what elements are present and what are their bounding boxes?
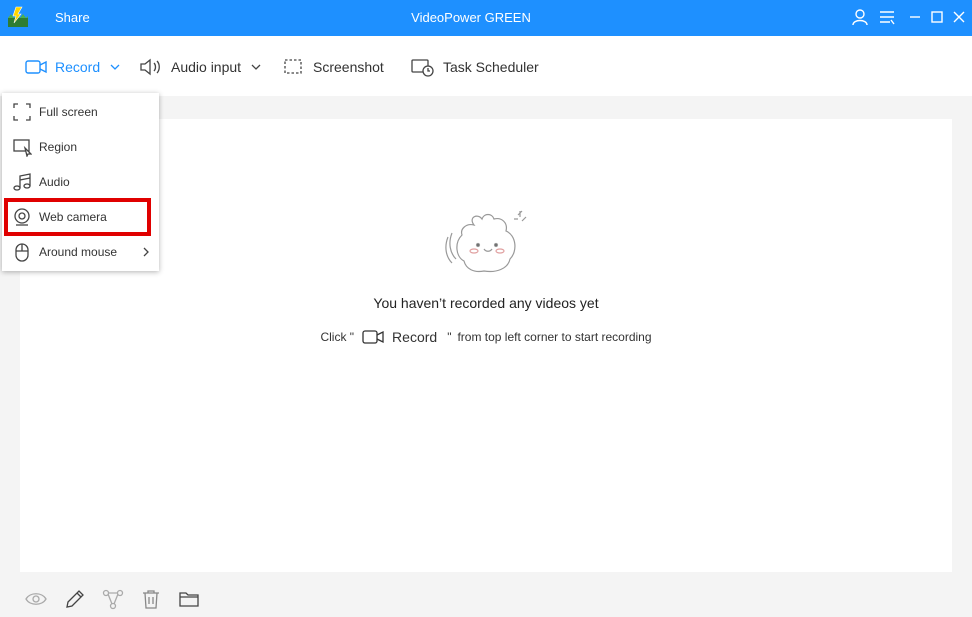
region-icon <box>13 139 32 157</box>
menu-item-region[interactable]: Region <box>2 133 159 161</box>
empty-state-hint: Click " Record " from top left corner to… <box>20 329 952 345</box>
speaker-icon <box>140 58 160 76</box>
menu-item-label: Around mouse <box>39 245 118 259</box>
title-bar: Share VideoPower GREEN <box>0 0 972 36</box>
chevron-down-icon <box>251 64 261 70</box>
hint-record-word: Record <box>392 329 438 345</box>
hint-suffix: from top left corner to start recording <box>457 330 652 344</box>
close-icon[interactable] <box>950 8 968 26</box>
audio-input-button[interactable]: Audio input <box>139 56 261 78</box>
share-nodes-icon[interactable] <box>102 588 124 610</box>
screenshot-icon <box>284 59 302 74</box>
record-dropdown-menu: Full screen Region Audio Web camera Arou… <box>2 93 159 271</box>
menu-icon[interactable] <box>878 8 896 26</box>
video-camera-icon <box>25 60 47 74</box>
menu-item-audio[interactable]: Audio <box>2 168 159 196</box>
hint-prefix: Click " <box>320 330 355 344</box>
menu-item-label: Region <box>39 140 78 154</box>
video-camera-icon <box>362 330 384 344</box>
preview-eye-icon[interactable] <box>25 588 47 610</box>
task-scheduler-icon <box>411 59 434 77</box>
minimize-icon[interactable] <box>906 8 924 26</box>
chevron-right-icon <box>143 247 149 257</box>
menu-item-label: Full screen <box>39 105 98 119</box>
record-label: Record <box>55 59 101 75</box>
menu-item-around-mouse[interactable]: Around mouse <box>2 238 159 266</box>
music-note-icon <box>13 173 31 191</box>
screenshot-button[interactable]: Screenshot <box>283 56 384 78</box>
delete-trash-icon[interactable] <box>140 588 162 610</box>
audio-input-label: Audio input <box>171 59 242 75</box>
edit-pencil-icon[interactable] <box>64 588 86 610</box>
task-scheduler-label: Task Scheduler <box>443 59 539 75</box>
chevron-down-icon <box>110 64 120 70</box>
full-screen-icon <box>13 103 31 121</box>
window-title: VideoPower GREEN <box>411 10 531 25</box>
task-scheduler-button[interactable]: Task Scheduler <box>411 56 539 78</box>
empty-state-title: You haven’t recorded any videos yet <box>373 295 599 311</box>
main-toolbar: Record Audio input Screenshot Task Sched… <box>0 36 972 96</box>
maximize-icon[interactable] <box>928 8 946 26</box>
user-icon[interactable] <box>851 8 869 26</box>
recordings-panel: You haven’t recorded any videos yet Clic… <box>20 119 952 572</box>
mouse-icon <box>15 243 29 262</box>
record-button[interactable]: Record <box>25 56 120 78</box>
empty-state-illustration-icon <box>445 210 527 273</box>
menu-item-label: Audio <box>39 175 70 189</box>
screenshot-label: Screenshot <box>313 59 384 75</box>
menu-item-full-screen[interactable]: Full screen <box>2 98 159 126</box>
open-folder-icon[interactable] <box>178 588 200 610</box>
web-camera-highlight-box <box>4 198 151 236</box>
bottom-toolbar <box>0 582 972 617</box>
hint-quote: " <box>447 330 452 344</box>
